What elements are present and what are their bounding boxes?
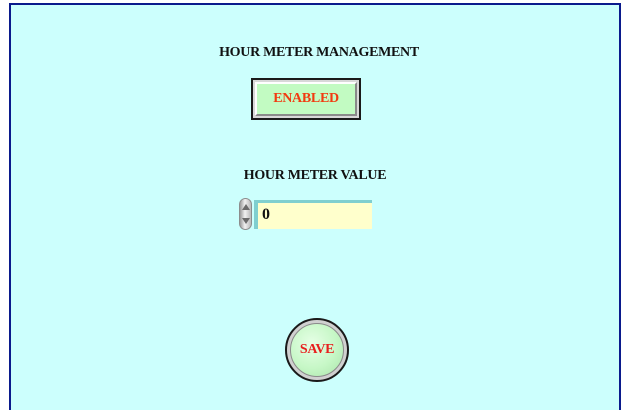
up-down-spinner-icon[interactable] [239, 198, 252, 230]
enabled-toggle-label: ENABLED [255, 82, 357, 116]
save-button[interactable]: SAVE [285, 318, 349, 382]
save-button-label: SAVE [290, 323, 344, 377]
hour-meter-value-label: HOUR METER VALUE [243, 168, 387, 183]
hour-meter-panel: HOUR METER MANAGEMENT ENABLED HOUR METER… [9, 3, 621, 410]
hour-meter-management-title: HOUR METER MANAGEMENT [219, 45, 419, 60]
increment-arrow-icon[interactable] [242, 204, 250, 210]
decrement-arrow-icon[interactable] [242, 218, 250, 224]
enabled-toggle-button[interactable]: ENABLED [251, 78, 361, 120]
hour-meter-value-input[interactable]: 0 [254, 200, 372, 229]
